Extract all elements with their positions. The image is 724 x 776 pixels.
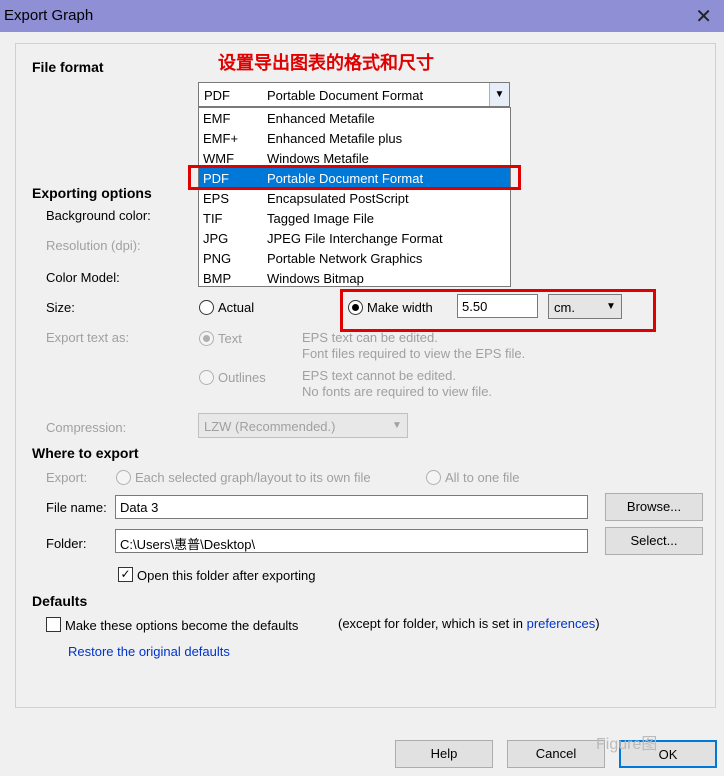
- chevron-down-icon[interactable]: ▼: [601, 295, 621, 318]
- format-option-eps[interactable]: EPS Encapsulated PostScript: [199, 188, 510, 208]
- open-folder-label: Open this folder after exporting: [137, 568, 316, 583]
- folder-input[interactable]: C:\Users\惠普\Desktop\: [115, 529, 588, 553]
- format-option-png[interactable]: PNG Portable Network Graphics: [199, 248, 510, 268]
- file-format-heading: File format: [32, 59, 104, 75]
- size-make-width-radio[interactable]: [348, 300, 363, 315]
- format-code: EPS: [203, 191, 230, 206]
- format-name: Portable Network Graphics: [267, 251, 423, 266]
- resolution-label: Resolution (dpi):: [46, 238, 141, 253]
- size-actual-radio[interactable]: [199, 300, 214, 315]
- make-defaults-checkbox[interactable]: [46, 617, 61, 632]
- width-input[interactable]: 5.50: [457, 294, 538, 318]
- format-option-emf[interactable]: EMF Enhanced Metafile: [199, 108, 510, 128]
- format-code: TIF: [203, 211, 223, 226]
- size-label: Size:: [46, 300, 75, 315]
- outlines-radio[interactable]: [199, 370, 214, 385]
- size-make-width-label: Make width: [367, 300, 433, 315]
- close-icon[interactable]: ✕: [695, 4, 712, 29]
- format-option-bmp[interactable]: BMP Windows Bitmap: [199, 268, 510, 288]
- export-all-label: All to one file: [445, 470, 520, 485]
- width-unit-value: cm.: [554, 300, 575, 315]
- format-code: PNG: [203, 251, 232, 266]
- size-actual-label: Actual: [218, 300, 255, 315]
- format-code: EMF: [203, 111, 231, 126]
- format-code: JPG: [203, 231, 229, 246]
- file-format-selected-name: Portable Document Format: [267, 88, 424, 103]
- open-folder-checkbox[interactable]: ✓: [118, 567, 133, 582]
- text-radio[interactable]: [199, 331, 214, 346]
- format-option-emf-plus[interactable]: EMF+ Enhanced Metafile plus: [199, 128, 510, 148]
- cancel-button[interactable]: Cancel: [507, 740, 605, 768]
- defaults-note-suffix: ): [595, 616, 600, 631]
- text-option-label: Text: [218, 331, 242, 346]
- format-code: BMP: [203, 271, 232, 286]
- compression-select[interactable]: LZW (Recommended.) ▼: [198, 413, 408, 438]
- format-option-jpg[interactable]: JPG JPEG File Interchange Format: [199, 228, 510, 248]
- where-to-export-heading: Where to export: [32, 445, 139, 461]
- export-all-radio[interactable]: [426, 470, 441, 485]
- restore-defaults-link[interactable]: Restore the original defaults: [68, 644, 230, 659]
- text-desc-1: EPS text can be edited.: [302, 330, 438, 345]
- select-button[interactable]: Select...: [605, 527, 703, 555]
- defaults-heading: Defaults: [32, 593, 88, 609]
- file-name-input[interactable]: Data 3: [115, 495, 588, 519]
- format-name: Windows Metafile: [267, 151, 369, 166]
- format-name: JPEG File Interchange Format: [267, 231, 443, 246]
- title-bar: Export Graph ✕: [0, 0, 724, 32]
- outlines-desc-2: No fonts are required to view file.: [302, 384, 493, 399]
- file-format-select[interactable]: PDF Portable Document Format ▼: [198, 82, 510, 107]
- export-text-label: Export text as:: [46, 330, 130, 345]
- text-desc-2: Font files required to view the EPS file…: [302, 346, 526, 361]
- format-name: Encapsulated PostScript: [267, 191, 409, 206]
- file-format-selected-code: PDF: [204, 88, 230, 103]
- help-button[interactable]: Help: [395, 740, 493, 768]
- highlight-box-pdf: [188, 165, 521, 190]
- annotation-title: 设置导出图表的格式和尺寸: [218, 53, 434, 73]
- defaults-note-prefix: (except for folder, which is set in: [338, 616, 527, 631]
- defaults-note: (except for folder, which is set in pref…: [338, 616, 600, 631]
- check-icon: ✓: [120, 567, 131, 581]
- background-color-label: Background color:: [46, 208, 151, 223]
- export-each-label: Each selected graph/layout to its own fi…: [135, 470, 371, 485]
- file-name-value: Data 3: [120, 500, 159, 515]
- exporting-options-heading: Exporting options: [32, 185, 152, 201]
- width-value: 5.50: [462, 299, 488, 314]
- window-title: Export Graph: [4, 7, 94, 24]
- folder-label: Folder:: [46, 536, 87, 551]
- export-label: Export:: [46, 470, 88, 485]
- browse-button[interactable]: Browse...: [605, 493, 703, 521]
- compression-value: LZW (Recommended.): [204, 419, 336, 434]
- file-format-dropdown: EMF Enhanced Metafile EMF+ Enhanced Metafi…: [198, 107, 511, 287]
- chevron-down-icon[interactable]: ▼: [387, 414, 407, 437]
- export-each-radio[interactable]: [116, 470, 131, 485]
- compression-label: Compression:: [46, 420, 127, 435]
- folder-value: C:\Users\惠普\Desktop\: [120, 537, 256, 552]
- format-code: EMF+: [203, 131, 239, 146]
- make-defaults-label: Make these options become the defaults: [65, 618, 299, 633]
- chevron-down-icon[interactable]: ▼: [489, 83, 509, 106]
- format-name: Enhanced Metafile: [267, 111, 375, 126]
- format-code: WMF: [203, 151, 235, 166]
- outlines-option-label: Outlines: [218, 370, 266, 385]
- outlines-desc-1: EPS text cannot be edited.: [302, 368, 456, 383]
- format-option-tif[interactable]: TIF Tagged Image File: [199, 208, 510, 228]
- width-unit-select[interactable]: cm. ▼: [548, 294, 622, 319]
- format-name: Windows Bitmap: [267, 271, 364, 286]
- preferences-link[interactable]: preferences: [527, 616, 596, 631]
- format-name: Enhanced Metafile plus: [267, 131, 403, 146]
- color-model-label: Color Model:: [46, 270, 120, 285]
- file-name-label: File name:: [46, 500, 107, 515]
- watermark: Figure图: [596, 736, 658, 753]
- format-name: Tagged Image File: [267, 211, 374, 226]
